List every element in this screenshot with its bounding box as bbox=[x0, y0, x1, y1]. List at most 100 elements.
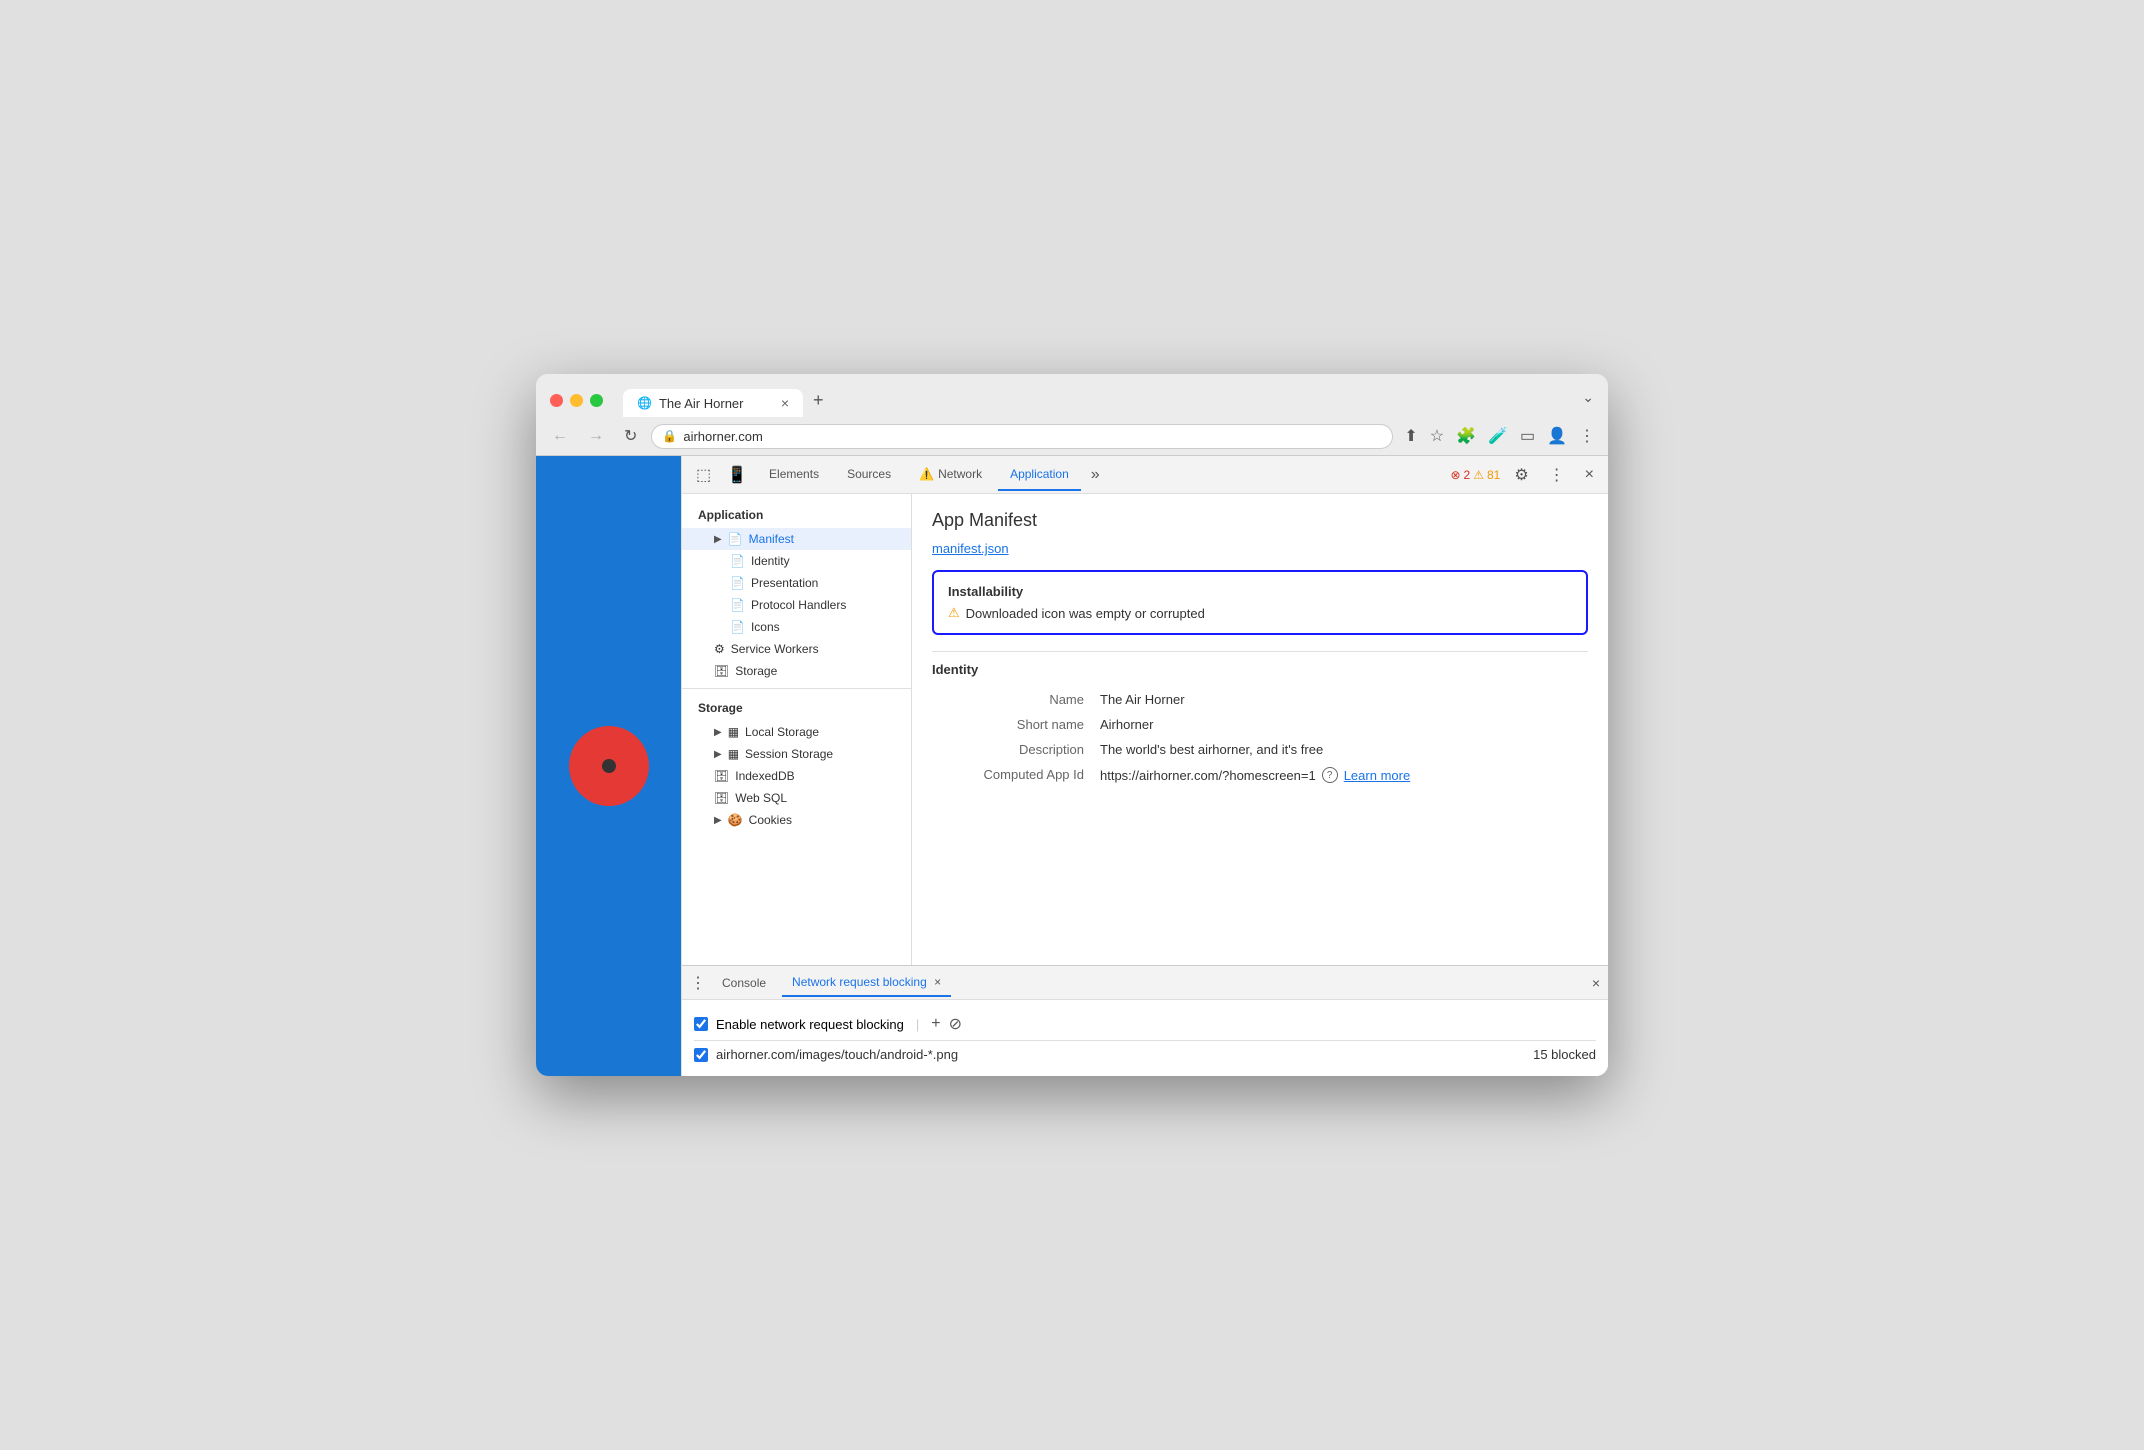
sidebar-item-presentation[interactable]: 📄 Presentation bbox=[682, 572, 911, 594]
bookmark-button[interactable]: ☆ bbox=[1427, 423, 1447, 449]
sidebar-storage-section: Storage bbox=[682, 695, 911, 721]
bottom-panel: ⋮ Console Network request blocking × × E… bbox=[682, 965, 1608, 1076]
indexeddb-icon: 🗄 bbox=[714, 769, 729, 783]
short-name-label: Short name bbox=[932, 712, 1092, 737]
chevron-down-icon[interactable]: ⌄ bbox=[1582, 389, 1594, 406]
sidebar-item-session-storage[interactable]: ▶ ▦ Session Storage bbox=[682, 743, 911, 765]
back-button[interactable]: ← bbox=[546, 424, 574, 448]
service-workers-gear-icon: ⚙ bbox=[714, 642, 725, 656]
sidebar-session-storage-label: Session Storage bbox=[745, 747, 833, 761]
tab-application[interactable]: Application bbox=[998, 459, 1081, 491]
devtools-toolbar-right: ⊗ 2 ⚠ 81 ⚙ ⋮ × bbox=[1450, 463, 1600, 487]
bottom-panel-dots-icon[interactable]: ⋮ bbox=[690, 973, 706, 993]
devtools-body: Application ▶ 📄 Manifest 📄 Identity bbox=[682, 494, 1608, 965]
installability-error: ⚠ Downloaded icon was empty or corrupted bbox=[948, 605, 1572, 621]
block-pattern-text: airhorner.com/images/touch/android-*.png bbox=[716, 1047, 958, 1062]
description-value: The world's best airhorner, and it's fre… bbox=[1092, 737, 1588, 762]
icons-file-icon: 📄 bbox=[730, 620, 745, 634]
devtools-toolbar: ⬚ 📱 Elements Sources ⚠️ Network Applicat… bbox=[682, 456, 1608, 494]
tab-network[interactable]: ⚠️ Network bbox=[907, 459, 994, 491]
sidebar-indexeddb-label: IndexedDB bbox=[735, 769, 794, 783]
bottom-tab-network-blocking[interactable]: Network request blocking × bbox=[782, 969, 951, 997]
bottom-tab-console[interactable]: Console bbox=[712, 970, 776, 996]
share-button[interactable]: ⬆ bbox=[1401, 423, 1420, 449]
local-storage-grid-icon: ▦ bbox=[728, 725, 739, 739]
extensions-button[interactable]: 🧩 bbox=[1453, 423, 1479, 449]
browser-tab[interactable]: 🌐 The Air Horner × bbox=[623, 389, 803, 417]
more-tabs-button[interactable]: » bbox=[1085, 464, 1106, 486]
tabs-bar: 🌐 The Air Horner × + bbox=[623, 384, 1572, 417]
sidebar-app-section: Application bbox=[682, 502, 911, 528]
maximize-traffic-light[interactable] bbox=[590, 394, 603, 407]
enable-blocking-checkbox[interactable] bbox=[694, 1017, 708, 1031]
tab-close-button[interactable]: × bbox=[781, 395, 789, 411]
labs-button[interactable]: 🧪 bbox=[1485, 423, 1511, 449]
new-tab-button[interactable]: + bbox=[803, 384, 834, 417]
sidebar-item-protocol-handlers[interactable]: 📄 Protocol Handlers bbox=[682, 594, 911, 616]
sidebar-item-local-storage[interactable]: ▶ ▦ Local Storage bbox=[682, 721, 911, 743]
devtools-more-button[interactable]: ⋮ bbox=[1543, 463, 1571, 487]
tab-favicon: 🌐 bbox=[637, 396, 652, 410]
sidebar-identity-label: Identity bbox=[751, 554, 790, 568]
profile-button[interactable]: 👤 bbox=[1544, 423, 1570, 449]
devtools-close-button[interactable]: × bbox=[1579, 464, 1600, 486]
sidebar-storage-label: Storage bbox=[735, 664, 777, 678]
close-traffic-light[interactable] bbox=[550, 394, 563, 407]
installability-warning-icon: ⚠ bbox=[948, 605, 960, 621]
help-icon[interactable]: ? bbox=[1322, 767, 1338, 783]
identity-computed-app-id-row: Computed App Id https://airhorner.com/?h… bbox=[932, 762, 1588, 788]
warning-count: 81 bbox=[1487, 468, 1500, 482]
description-label: Description bbox=[932, 737, 1092, 762]
learn-more-link[interactable]: Learn more bbox=[1344, 768, 1410, 783]
sidebar-item-icons[interactable]: 📄 Icons bbox=[682, 616, 911, 638]
devtools-settings-button[interactable]: ⚙ bbox=[1508, 463, 1534, 487]
tab-title: The Air Horner bbox=[659, 396, 744, 411]
block-icon-button[interactable]: ⊘ bbox=[949, 1014, 962, 1034]
error-count: 2 bbox=[1464, 468, 1471, 482]
sidebar-item-indexeddb[interactable]: 🗄 IndexedDB bbox=[682, 765, 911, 787]
browser-actions: ⬆ ☆ 🧩 🧪 ▭ 👤 ⋮ bbox=[1401, 423, 1598, 449]
identity-section: Identity Name The Air Horner Short name … bbox=[932, 662, 1588, 788]
identity-file-icon: 📄 bbox=[730, 554, 745, 568]
devtools-wrapper: ⬚ 📱 Elements Sources ⚠️ Network Applicat… bbox=[536, 456, 1608, 1076]
warning-icon: ⚠ bbox=[1473, 468, 1484, 482]
sidebar-item-identity[interactable]: 📄 Identity bbox=[682, 550, 911, 572]
device-toolbar-button[interactable]: 📱 bbox=[721, 463, 753, 487]
sidebar-item-manifest[interactable]: ▶ 📄 Manifest bbox=[682, 528, 911, 550]
air-horn-center bbox=[602, 759, 616, 773]
devtools-main: App Manifest manifest.json Installabilit… bbox=[912, 494, 1608, 965]
computed-app-id-url: https://airhorner.com/?homescreen=1 bbox=[1100, 768, 1316, 783]
lock-icon: 🔒 bbox=[662, 429, 677, 443]
browser-window: 🌐 The Air Horner × + ⌄ ← → ↻ 🔒 airhorner… bbox=[536, 374, 1608, 1076]
add-pattern-button[interactable]: + bbox=[931, 1015, 940, 1033]
bottom-panel-close-button[interactable]: × bbox=[1592, 975, 1600, 991]
block-pattern-row: airhorner.com/images/touch/android-*.png… bbox=[694, 1041, 1596, 1068]
inspect-element-button[interactable]: ⬚ bbox=[690, 463, 717, 487]
sidebar-button[interactable]: ▭ bbox=[1517, 423, 1538, 449]
web-sql-icon: 🗄 bbox=[714, 791, 729, 805]
sidebar-service-workers-label: Service Workers bbox=[731, 642, 819, 656]
tab-elements[interactable]: Elements bbox=[757, 459, 831, 491]
sidebar-item-cookies[interactable]: ▶ 🍪 Cookies bbox=[682, 809, 911, 831]
minimize-traffic-light[interactable] bbox=[570, 394, 583, 407]
name-label: Name bbox=[932, 687, 1092, 712]
cookies-icon: 🍪 bbox=[728, 813, 743, 827]
manifest-json-link[interactable]: manifest.json bbox=[932, 541, 1588, 556]
address-bar[interactable]: 🔒 airhorner.com bbox=[651, 424, 1393, 449]
sidebar-item-web-sql[interactable]: 🗄 Web SQL bbox=[682, 787, 911, 809]
refresh-button[interactable]: ↻ bbox=[618, 423, 643, 449]
session-storage-arrow-icon: ▶ bbox=[714, 749, 722, 760]
title-bar: 🌐 The Air Horner × + ⌄ bbox=[536, 374, 1608, 417]
bottom-tab-close-icon[interactable]: × bbox=[934, 975, 941, 989]
enable-blocking-label: Enable network request blocking bbox=[716, 1017, 904, 1032]
forward-button[interactable]: → bbox=[582, 424, 610, 448]
error-badge: ⊗ 2 ⚠ 81 bbox=[1450, 468, 1500, 482]
block-pattern-checkbox[interactable] bbox=[694, 1048, 708, 1062]
air-horn-logo bbox=[569, 726, 649, 806]
window-controls: ⌄ bbox=[1582, 389, 1594, 412]
sidebar-item-storage[interactable]: 🗄 Storage bbox=[682, 660, 911, 682]
menu-button[interactable]: ⋮ bbox=[1576, 423, 1598, 449]
tab-sources[interactable]: Sources bbox=[835, 459, 903, 491]
sidebar-item-service-workers[interactable]: ⚙ Service Workers bbox=[682, 638, 911, 660]
protocol-file-icon: 📄 bbox=[730, 598, 745, 612]
